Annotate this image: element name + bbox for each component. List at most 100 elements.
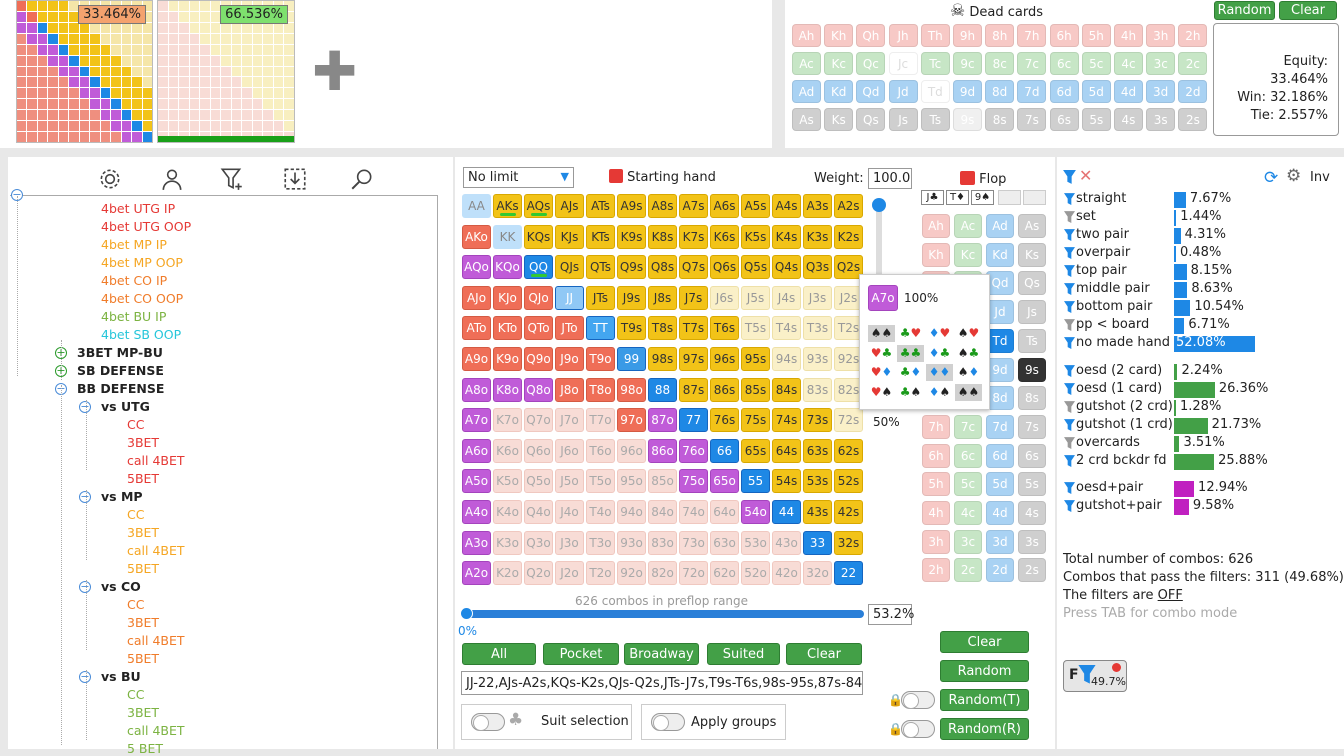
hand-22[interactable]: 22 bbox=[834, 561, 863, 586]
flop-card-2s[interactable]: 2s bbox=[1018, 558, 1046, 583]
hand-AQo[interactable]: AQo bbox=[462, 255, 491, 280]
hand-62s[interactable]: 62s bbox=[834, 438, 863, 463]
tree-item[interactable]: SB DEFENSE bbox=[77, 363, 164, 378]
flop-card-9s[interactable]: 9s bbox=[1018, 357, 1046, 382]
tree-item[interactable]: 4bet UTG OOP bbox=[101, 219, 191, 234]
hand-Q2o[interactable]: Q2o bbox=[524, 561, 553, 586]
hand-K4s[interactable]: K4s bbox=[772, 224, 801, 249]
hand-T9s[interactable]: T9s bbox=[617, 316, 646, 341]
hand-Q6s[interactable]: Q6s bbox=[710, 255, 739, 280]
dead-card-2s[interactable]: 2s bbox=[1178, 108, 1208, 131]
dead-card-7h[interactable]: 7h bbox=[1017, 24, 1047, 47]
hand-T2o[interactable]: T2o bbox=[586, 561, 615, 586]
flop-card-7c[interactable]: 7c bbox=[954, 414, 982, 439]
hand-65s[interactable]: 65s bbox=[741, 438, 770, 463]
dead-card-3c[interactable]: 3c bbox=[1146, 52, 1176, 75]
game-type-select[interactable]: No limit ▼ bbox=[463, 167, 574, 188]
dead-card-Ah[interactable]: Ah bbox=[792, 24, 821, 47]
tree-item[interactable]: 3BET bbox=[127, 435, 159, 450]
hand-82o[interactable]: 82o bbox=[648, 561, 677, 586]
hand-K9s[interactable]: K9s bbox=[617, 224, 646, 249]
hand-J9s[interactable]: J9s bbox=[617, 285, 646, 310]
hand-ATs[interactable]: ATs bbox=[586, 194, 615, 218]
hand-73o[interactable]: 73o bbox=[679, 530, 708, 555]
dead-card-3d[interactable]: 3d bbox=[1146, 80, 1176, 103]
hand-J6s[interactable]: J6s bbox=[710, 285, 739, 310]
hand-62o[interactable]: 62o bbox=[710, 561, 739, 586]
dead-card-Jh[interactable]: Jh bbox=[888, 24, 918, 47]
dead-card-7s[interactable]: 7s bbox=[1017, 108, 1047, 131]
dead-card-3h[interactable]: 3h bbox=[1146, 24, 1176, 47]
hand-QTo[interactable]: QTo bbox=[524, 316, 553, 341]
hand-75o[interactable]: 75o bbox=[679, 469, 708, 494]
hand-A3o[interactable]: A3o bbox=[462, 530, 491, 555]
starting-hand-button[interactable]: Starting hand bbox=[609, 169, 716, 185]
hand-Q5s[interactable]: Q5s bbox=[741, 255, 770, 280]
hand-T6o[interactable]: T6o bbox=[586, 438, 615, 463]
hand-Q8s[interactable]: Q8s bbox=[648, 255, 677, 280]
dead-card-4s[interactable]: 4s bbox=[1114, 108, 1143, 131]
hand-K5o[interactable]: K5o bbox=[493, 469, 522, 494]
flop-card-Td[interactable]: Td bbox=[986, 328, 1014, 353]
hand-Q9o[interactable]: Q9o bbox=[524, 347, 553, 371]
dead-card-Ks[interactable]: Ks bbox=[824, 108, 854, 131]
row-filter-icon[interactable] bbox=[1064, 229, 1075, 242]
apply-groups-toggle[interactable] bbox=[651, 713, 685, 731]
gear-icon[interactable] bbox=[97, 166, 123, 192]
row-filter-icon[interactable] bbox=[1064, 455, 1075, 468]
hand-T3o[interactable]: T3o bbox=[586, 530, 615, 555]
tree-item[interactable]: 4bet BU IP bbox=[101, 309, 166, 324]
hand-Q7o[interactable]: Q7o bbox=[524, 408, 553, 433]
tree-item[interactable]: vs BU bbox=[101, 669, 141, 684]
collapse-icon[interactable]: − bbox=[79, 581, 91, 593]
hand-83o[interactable]: 83o bbox=[648, 530, 677, 555]
villain-range-thumbnail[interactable]: 66.536% bbox=[157, 0, 295, 143]
tree-item[interactable]: 4bet SB OOP bbox=[101, 327, 181, 342]
tree-item[interactable]: 5BET bbox=[127, 561, 159, 576]
hand-T4o[interactable]: T4o bbox=[586, 500, 615, 524]
hand-A2s[interactable]: A2s bbox=[834, 194, 863, 218]
hand-J3o[interactable]: J3o bbox=[555, 530, 584, 555]
tree-item[interactable]: 4bet MP OOP bbox=[101, 255, 183, 270]
hand-T3s[interactable]: T3s bbox=[803, 316, 832, 341]
hand-87s[interactable]: 87s bbox=[679, 377, 708, 402]
dead-card-Qc[interactable]: Qc bbox=[856, 52, 886, 75]
collapse-icon[interactable]: − bbox=[79, 671, 91, 683]
hand-32s[interactable]: 32s bbox=[834, 530, 863, 555]
dead-card-Ad[interactable]: Ad bbox=[792, 80, 821, 103]
hand-A5o[interactable]: A5o bbox=[462, 469, 491, 494]
hand-54s[interactable]: 54s bbox=[772, 469, 801, 494]
row-filter-icon[interactable] bbox=[1064, 301, 1075, 314]
row-filter-icon[interactable] bbox=[1064, 193, 1075, 206]
flop-card-6s[interactable]: 6s bbox=[1018, 443, 1046, 468]
row-filter-icon[interactable] bbox=[1064, 419, 1075, 432]
refresh-icon[interactable]: ⟳ bbox=[1264, 168, 1278, 188]
hand-76s[interactable]: 76s bbox=[710, 408, 739, 433]
hand-J3s[interactable]: J3s bbox=[803, 285, 832, 310]
hand-87o[interactable]: 87o bbox=[648, 408, 677, 433]
dead-card-9d[interactable]: 9d bbox=[953, 80, 982, 103]
dead-card-6s[interactable]: 6s bbox=[1049, 108, 1079, 131]
collapse-icon[interactable]: − bbox=[79, 401, 91, 413]
search-icon[interactable] bbox=[349, 166, 375, 192]
row-filter-icon[interactable] bbox=[1064, 383, 1075, 396]
row-filter-icon[interactable] bbox=[1064, 211, 1075, 224]
hand-QTs[interactable]: QTs bbox=[586, 255, 615, 280]
flop-card-Kc[interactable]: Kc bbox=[954, 242, 982, 267]
clear-filter-icon[interactable]: ✕ bbox=[1079, 166, 1092, 185]
hand-AQs[interactable]: AQs bbox=[524, 194, 553, 218]
flop-card-7s[interactable]: 7s bbox=[1018, 414, 1046, 439]
hand-J2o[interactable]: J2o bbox=[555, 561, 584, 586]
collapse-icon[interactable]: − bbox=[79, 491, 91, 503]
flop-card-Jd[interactable]: Jd bbox=[986, 300, 1014, 325]
dead-card-Tc[interactable]: Tc bbox=[920, 52, 950, 75]
hand-99[interactable]: 99 bbox=[617, 347, 646, 371]
row-filter-icon[interactable] bbox=[1064, 247, 1075, 260]
dead-card-Ac[interactable]: Ac bbox=[792, 52, 821, 75]
dead-card-6d[interactable]: 6d bbox=[1049, 80, 1079, 103]
hand-JTo[interactable]: JTo bbox=[555, 316, 584, 341]
hand-K4o[interactable]: K4o bbox=[493, 500, 522, 524]
hand-QJo[interactable]: QJo bbox=[524, 285, 553, 310]
hand-73s[interactable]: 73s bbox=[803, 408, 832, 433]
dead-card-4c[interactable]: 4c bbox=[1114, 52, 1143, 75]
